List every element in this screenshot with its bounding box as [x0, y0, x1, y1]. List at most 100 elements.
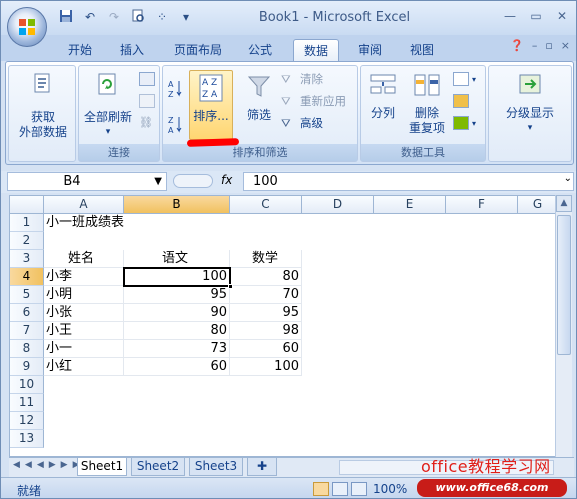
data-validation-button[interactable]: ▾ — [453, 70, 476, 88]
ribbon-right-icons: ❓ – ▫ × — [510, 39, 570, 52]
cell-c3[interactable]: 数学 — [230, 250, 302, 268]
filter-button[interactable]: 筛选 — [239, 74, 279, 123]
tab-insert[interactable]: 插入 — [113, 39, 151, 61]
select-all-corner[interactable] — [10, 196, 44, 214]
cell-b7[interactable]: 80 — [124, 322, 230, 340]
cell-b5[interactable]: 95 — [124, 286, 230, 304]
cell-c6[interactable]: 95 — [230, 304, 302, 322]
maximize-icon[interactable]: ▭ — [524, 7, 548, 25]
tab-page-layout[interactable]: 页面布局 — [167, 39, 229, 61]
sort-button[interactable]: A Z Z A 排序... — [189, 70, 233, 140]
row-header-9[interactable]: 9 — [10, 358, 44, 376]
worksheet-grid[interactable]: A B C D E F G 1 2 3 4 5 6 7 8 9 10 11 12… — [9, 195, 558, 457]
cell-b4[interactable]: 100 — [124, 268, 230, 286]
sheet-tab-2[interactable]: Sheet2 — [131, 458, 185, 476]
refresh-dropdown-icon: ▾ — [105, 127, 111, 137]
connections-group-label: 连接 — [79, 144, 159, 161]
cell-c7[interactable]: 98 — [230, 322, 302, 340]
cell-b3[interactable]: 语文 — [124, 250, 230, 268]
tab-data[interactable]: 数据 — [293, 39, 339, 61]
insert-function-button[interactable]: fx — [221, 173, 232, 187]
row-header-12[interactable]: 12 — [10, 412, 44, 430]
name-box-dropdown-icon[interactable]: ▼ — [154, 173, 162, 190]
name-box[interactable]: B4 ▼ — [7, 172, 167, 191]
office-button[interactable] — [7, 7, 47, 47]
row-header-10[interactable]: 10 — [10, 376, 44, 394]
cell-b9[interactable]: 60 — [124, 358, 230, 376]
column-header-a[interactable]: A — [44, 196, 124, 214]
row-header-2[interactable]: 2 — [10, 232, 44, 250]
cell-a4[interactable]: 小李 — [44, 268, 124, 286]
formula-expand-icon[interactable]: ⌄ — [564, 173, 572, 184]
page-break-view-icon[interactable] — [351, 482, 367, 496]
row-header-8[interactable]: 8 — [10, 340, 44, 358]
column-header-d[interactable]: D — [302, 196, 374, 214]
vertical-scrollbar[interactable]: ▲ — [555, 195, 572, 457]
tab-review[interactable]: 审阅 — [351, 39, 389, 61]
cell-c9[interactable]: 100 — [230, 358, 302, 376]
cell-c4[interactable]: 80 — [230, 268, 302, 286]
sort-ascending-button[interactable]: AZ — [167, 80, 183, 99]
ribbon-close-icon[interactable]: × — [561, 39, 570, 52]
advanced-button[interactable]: ⛛ 高级 — [281, 114, 323, 132]
cell-a9[interactable]: 小红 — [44, 358, 124, 376]
sort-descending-button[interactable]: ZA — [167, 116, 183, 135]
insert-sheet-icon[interactable]: ✚ — [247, 458, 277, 476]
tab-formulas[interactable]: 公式 — [241, 39, 279, 61]
row-header-7[interactable]: 7 — [10, 322, 44, 340]
normal-view-icon[interactable] — [313, 482, 329, 496]
row-header-3[interactable]: 3 — [10, 250, 44, 268]
cell-a1[interactable]: 小一班成绩表 — [44, 214, 174, 232]
formula-bar-handle-icon[interactable] — [173, 174, 213, 188]
column-header-b[interactable]: B — [124, 196, 230, 214]
cell-a7[interactable]: 小王 — [44, 322, 124, 340]
close-icon[interactable]: ✕ — [550, 7, 574, 25]
cell-a3[interactable]: 姓名 — [44, 250, 124, 268]
clear-button[interactable]: ⛛ 清除 — [281, 70, 323, 88]
outline-button[interactable]: 分级显示 ▾ — [491, 72, 569, 136]
row-header-13[interactable]: 13 — [10, 430, 44, 448]
svg-text:A Z: A Z — [202, 78, 217, 88]
help-icon[interactable]: ❓ — [510, 39, 524, 52]
cell-a5[interactable]: 小明 — [44, 286, 124, 304]
text-to-columns-button[interactable]: 分列 — [363, 72, 403, 121]
remove-duplicates-button[interactable]: 删除 重复项 — [405, 72, 449, 136]
row-header-6[interactable]: 6 — [10, 304, 44, 322]
tab-view[interactable]: 视图 — [403, 39, 441, 61]
ribbon: 获取 外部数据 全部刷新 ▾ ⛓ 连接 AZ ZA A ZZ A 排序... 筛… — [5, 61, 574, 165]
consolidate-button[interactable] — [453, 92, 469, 110]
ribbon-restore-icon[interactable]: ▫ — [545, 39, 552, 52]
page-layout-view-icon[interactable] — [332, 482, 348, 496]
row-header-4[interactable]: 4 — [10, 268, 44, 286]
vertical-scroll-thumb[interactable] — [557, 215, 571, 355]
get-external-data-button[interactable]: 获取 外部数据 — [13, 72, 73, 140]
connections-icon[interactable] — [139, 70, 155, 88]
sheet-tab-3[interactable]: Sheet3 — [189, 458, 243, 476]
sheet-nav-buttons[interactable]: ◀◀◀▶▶▶ — [13, 460, 85, 470]
column-header-e[interactable]: E — [374, 196, 446, 214]
zoom-level[interactable]: 100% — [373, 482, 407, 496]
row-header-5[interactable]: 5 — [10, 286, 44, 304]
properties-icon[interactable] — [139, 92, 155, 110]
column-header-g[interactable]: G — [518, 196, 558, 214]
row-header-11[interactable]: 11 — [10, 394, 44, 412]
ribbon-minimize-icon[interactable]: – — [532, 39, 538, 52]
cell-a8[interactable]: 小一 — [44, 340, 124, 358]
minimize-icon[interactable]: — — [498, 7, 522, 25]
cell-c5[interactable]: 70 — [230, 286, 302, 304]
column-header-f[interactable]: F — [446, 196, 518, 214]
refresh-all-button[interactable]: 全部刷新 ▾ — [81, 72, 135, 140]
scroll-up-icon[interactable]: ▲ — [556, 195, 572, 212]
what-if-button[interactable]: ▾ — [453, 114, 476, 132]
cell-a6[interactable]: 小张 — [44, 304, 124, 322]
cell-b8[interactable]: 73 — [124, 340, 230, 358]
reapply-button[interactable]: ⛛ 重新应用 — [281, 92, 346, 110]
row-header-1[interactable]: 1 — [10, 214, 44, 232]
sheet-tab-1[interactable]: Sheet1 — [77, 458, 127, 476]
formula-input[interactable]: 100 — [243, 172, 574, 191]
edit-links-icon[interactable]: ⛓ — [139, 114, 155, 132]
tab-home[interactable]: 开始 — [61, 39, 99, 61]
cell-c8[interactable]: 60 — [230, 340, 302, 358]
column-header-c[interactable]: C — [230, 196, 302, 214]
cell-b6[interactable]: 90 — [124, 304, 230, 322]
